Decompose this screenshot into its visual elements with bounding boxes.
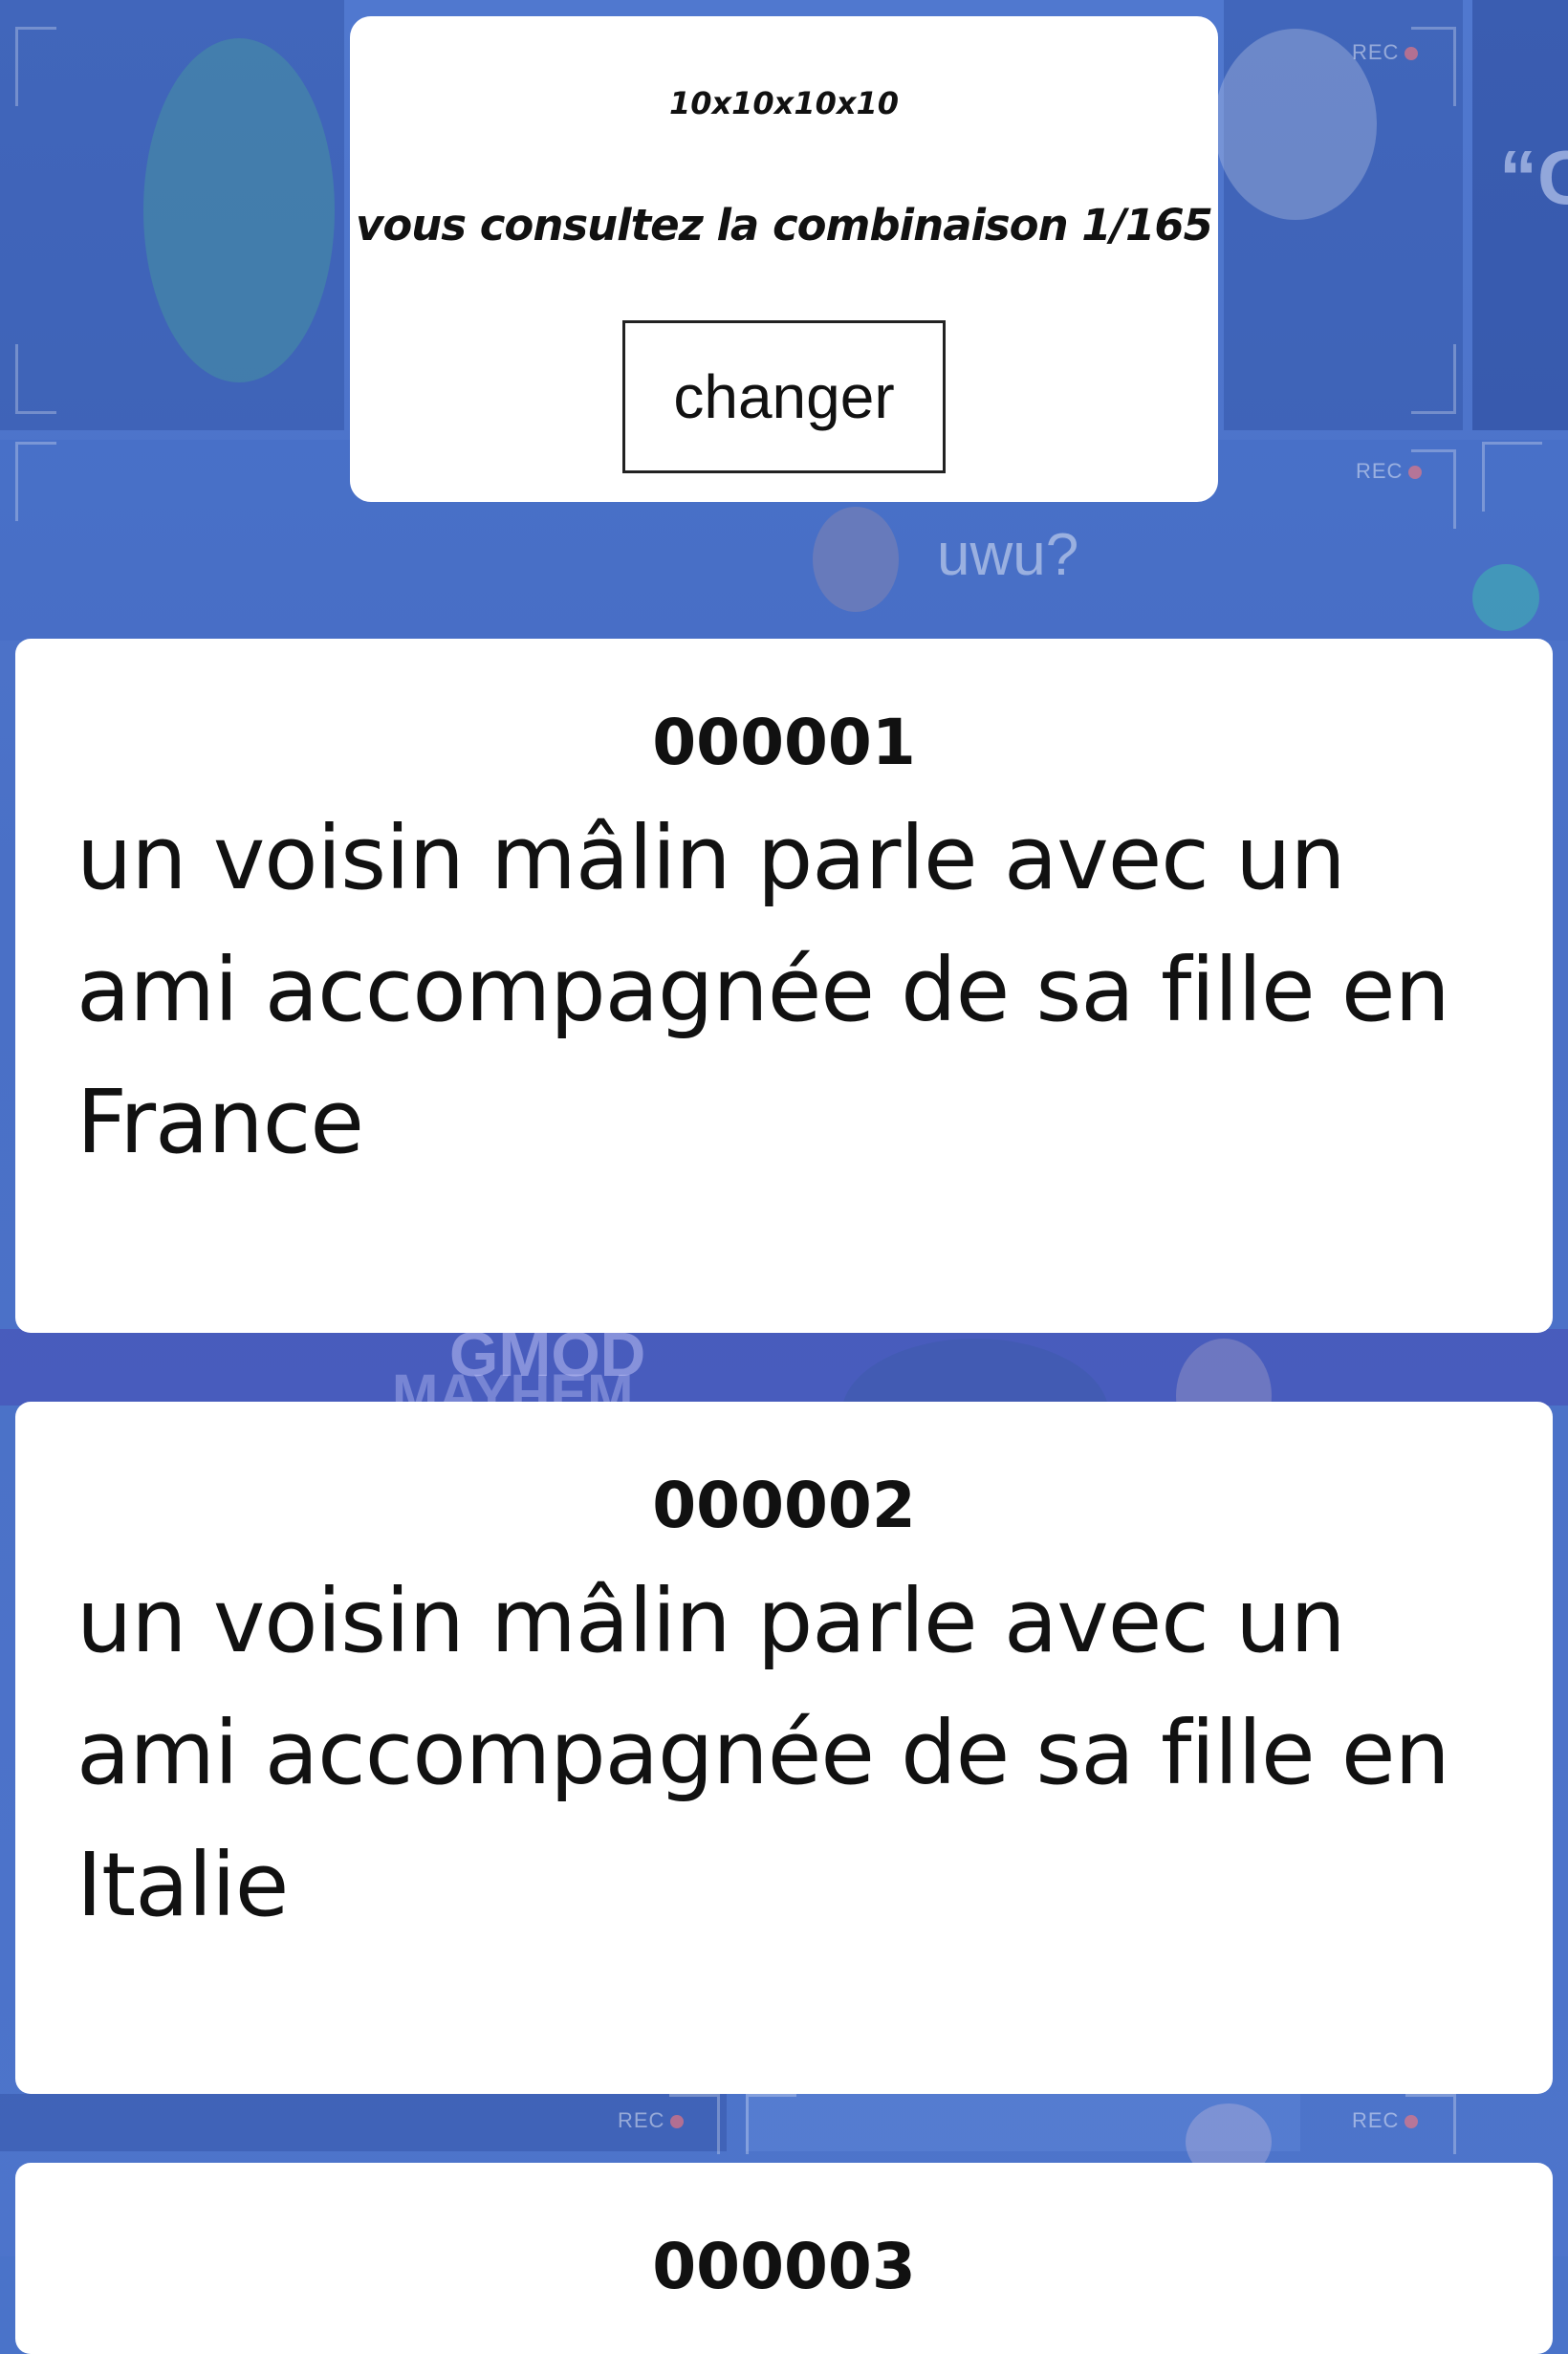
combination-card: 000003 xyxy=(15,2163,1553,2354)
combination-card: 000001 un voisin mâlin parle avec un ami… xyxy=(15,639,1553,1333)
bg-rec-label: REC xyxy=(1356,459,1422,484)
combination-info-panel: 10x10x10x10 vous consultez la combinaiso… xyxy=(350,16,1218,502)
bg-camera-frame xyxy=(15,442,56,521)
combination-id: 000003 xyxy=(652,2230,916,2303)
bg-rec-label: REC xyxy=(1352,2108,1418,2133)
combination-text: un voisin mâlin parle avec un ami accomp… xyxy=(76,807,1450,1173)
bg-rec-label: REC xyxy=(618,2108,684,2133)
bg-figure xyxy=(1472,564,1539,631)
bg-figure xyxy=(143,38,335,382)
bg-camera-frame xyxy=(1411,344,1456,414)
combination-id: 000002 xyxy=(652,1469,916,1542)
change-button[interactable]: changer xyxy=(622,320,946,473)
bg-caption: “C xyxy=(1499,135,1568,220)
bg-rec-label: REC xyxy=(1352,40,1418,65)
bg-camera-frame xyxy=(746,2094,796,2154)
dimensions-label: 10x10x10x10 xyxy=(668,85,900,121)
bg-camera-frame xyxy=(1482,442,1542,512)
bg-caption: uwu? xyxy=(937,522,1079,588)
bg-figure xyxy=(813,507,899,612)
combination-card: 000002 un voisin mâlin parle avec un ami… xyxy=(15,1402,1553,2094)
combination-text: un voisin mâlin parle avec un ami accomp… xyxy=(76,1570,1450,1936)
bg-camera-frame xyxy=(15,27,56,106)
bg-camera-frame xyxy=(1411,27,1456,106)
combination-id: 000001 xyxy=(652,706,916,779)
bg-camera-frame xyxy=(15,344,56,414)
combination-status: vous consultez la combinaison 1/165 xyxy=(356,200,1213,251)
bg-tile xyxy=(0,1329,1568,1406)
